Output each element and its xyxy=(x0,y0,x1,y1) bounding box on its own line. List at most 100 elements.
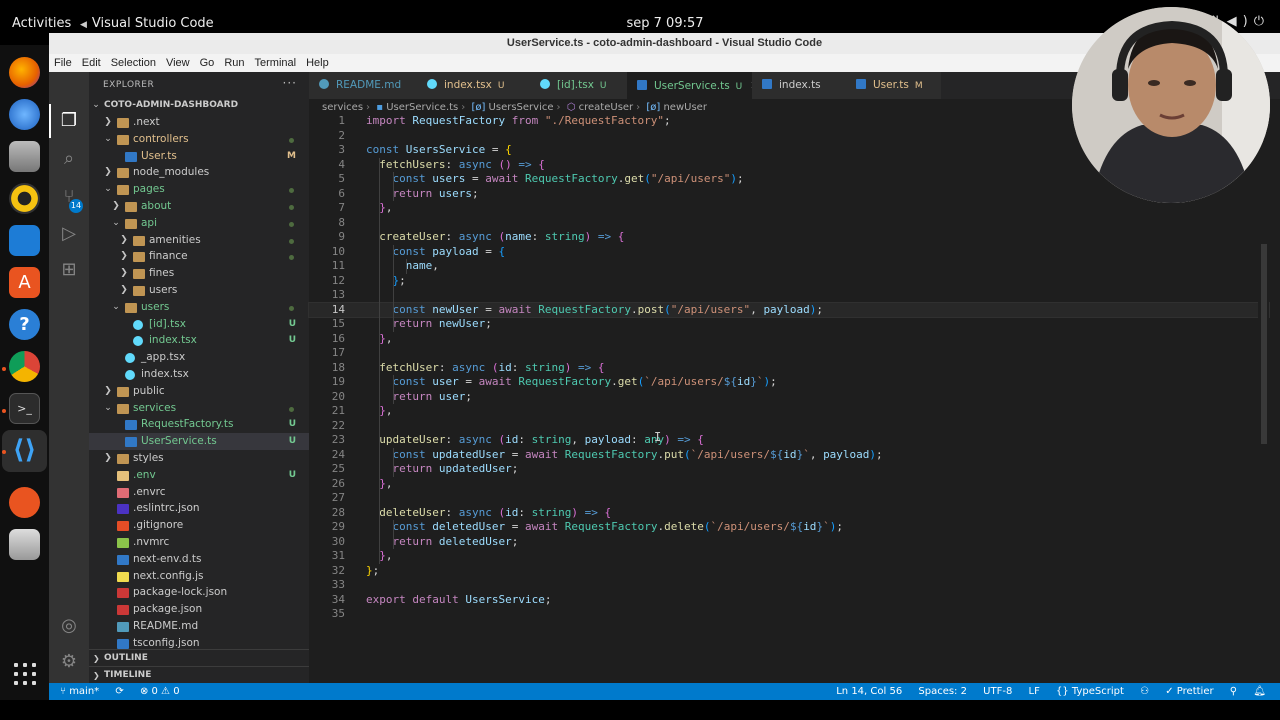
postman-icon[interactable] xyxy=(9,487,40,518)
code-line[interactable]: 23 updateUser: async (id: string, payloa… xyxy=(309,433,1269,448)
outline-section[interactable]: ❯ OUTLINE xyxy=(89,649,309,666)
tree-file[interactable]: package-lock.json xyxy=(89,584,309,601)
code-line[interactable]: 8 xyxy=(309,216,1269,231)
account-icon[interactable]: ◎ xyxy=(57,614,81,638)
accounts-status-icon[interactable]: ⚲ xyxy=(1230,686,1237,697)
tree-folder[interactable]: ❯ public xyxy=(89,383,309,400)
tree-file[interactable]: package.json xyxy=(89,601,309,618)
code-line[interactable]: 33 xyxy=(309,578,1269,593)
code-line[interactable]: 24 const updatedUser = await RequestFact… xyxy=(309,448,1269,463)
menu-edit[interactable]: Edit xyxy=(77,54,106,72)
end-of-line[interactable]: LF xyxy=(1029,686,1040,697)
notifications-bell-icon[interactable]: 🔔︎ xyxy=(1253,686,1266,697)
tree-file[interactable]: .nvmrc xyxy=(89,534,309,551)
tree-folder[interactable]: ❯ node_modules xyxy=(89,164,309,181)
thunderbird-icon[interactable] xyxy=(9,99,40,130)
scroll-thumb[interactable] xyxy=(1261,244,1267,444)
writer-icon[interactable] xyxy=(9,225,40,256)
code-line[interactable]: 31 }, xyxy=(309,549,1269,564)
tree-file[interactable]: RequestFactory.ts U xyxy=(89,416,309,433)
tree-folder[interactable]: ⌄ pages xyxy=(89,181,309,198)
encoding[interactable]: UTF-8 xyxy=(983,686,1012,697)
software-center-icon[interactable]: A xyxy=(9,267,40,298)
extensions-icon[interactable]: ⊞ xyxy=(57,258,81,282)
tree-folder[interactable]: ❯ fines xyxy=(89,265,309,282)
code-line[interactable]: 26 }, xyxy=(309,477,1269,492)
menu-file[interactable]: File xyxy=(49,54,77,72)
editor-tab[interactable]: index.tsx U xyxy=(417,72,530,99)
menu-terminal[interactable]: Terminal xyxy=(250,54,302,72)
cursor-position[interactable]: Ln 14, Col 56 xyxy=(836,686,902,697)
tree-folder[interactable]: ⌄ controllers xyxy=(89,131,309,148)
problems-indicator[interactable]: ⊗ 0 ⚠ 0 xyxy=(140,686,180,697)
menu-selection[interactable]: Selection xyxy=(106,54,161,72)
terminal-icon[interactable]: >_ xyxy=(9,393,40,424)
search-icon[interactable]: ⌕ xyxy=(57,147,81,171)
breadcrumb-folder[interactable]: services xyxy=(322,102,363,113)
code-line[interactable]: 34 export default UsersService; xyxy=(309,593,1269,608)
code-line[interactable]: 25 return updatedUser; xyxy=(309,462,1269,477)
tree-file[interactable]: next.config.js xyxy=(89,568,309,585)
code-line[interactable]: 28 deleteUser: async (id: string) => { xyxy=(309,506,1269,521)
vscode-icon[interactable]: ⟨⟩ xyxy=(9,435,40,466)
trash-icon[interactable] xyxy=(9,529,40,560)
breadcrumb-variable[interactable]: newUser xyxy=(663,102,706,113)
settings-gear-icon[interactable]: ⚙ xyxy=(57,650,81,674)
code-line[interactable]: 7 }, xyxy=(309,201,1269,216)
code-line[interactable]: 22 xyxy=(309,419,1269,434)
tree-folder[interactable]: ❯ styles xyxy=(89,450,309,467)
code-line[interactable]: 21 }, xyxy=(309,404,1269,419)
menu-view[interactable]: View xyxy=(161,54,195,72)
show-apps-icon[interactable] xyxy=(14,663,36,685)
tree-file[interactable]: index.tsx U xyxy=(89,332,309,349)
tree-folder[interactable]: ❯ users xyxy=(89,282,309,299)
menu-run[interactable]: Run xyxy=(219,54,249,72)
branch-indicator[interactable]: ⑂ main* xyxy=(60,686,99,697)
tree-file[interactable]: UserService.ts U xyxy=(89,433,309,451)
tree-file[interactable]: [id].tsx U xyxy=(89,316,309,333)
tree-file[interactable]: User.ts M xyxy=(89,148,309,165)
editor-tab[interactable]: [id].tsx U xyxy=(530,72,627,99)
menu-help[interactable]: Help xyxy=(301,54,334,72)
menu-go[interactable]: Go xyxy=(195,54,220,72)
breadcrumb-method[interactable]: createUser xyxy=(579,102,634,113)
live-share-icon[interactable]: ⚇ xyxy=(1140,686,1149,697)
tree-folder[interactable]: ⌄ services xyxy=(89,400,309,417)
language-mode[interactable]: {} TypeScript xyxy=(1056,686,1124,697)
sync-button[interactable]: ⟳ xyxy=(115,686,123,697)
editor-tab[interactable]: User.ts M xyxy=(846,72,941,99)
breadcrumb-file[interactable]: UserService.ts xyxy=(386,102,458,113)
code-line[interactable]: 11 name, xyxy=(309,259,1269,274)
breadcrumb-symbol[interactable]: UsersService xyxy=(489,102,554,113)
code-line[interactable]: 16 }, xyxy=(309,332,1269,347)
tree-folder[interactable]: ⌄ users xyxy=(89,299,309,316)
tree-folder[interactable]: ❯ about xyxy=(89,198,309,215)
tree-file[interactable]: README.md xyxy=(89,618,309,635)
explorer-icon[interactable]: ❐ xyxy=(57,109,81,133)
activities-button[interactable]: Activities xyxy=(12,16,71,31)
tree-file[interactable]: _app.tsx xyxy=(89,349,309,366)
code-line[interactable]: 12 }; xyxy=(309,274,1269,289)
help-icon[interactable]: ? xyxy=(9,309,40,340)
code-line[interactable]: 32}; xyxy=(309,564,1269,579)
tree-folder[interactable]: ❯ amenities xyxy=(89,232,309,249)
tree-file[interactable]: .eslintrc.json xyxy=(89,500,309,517)
editor-tab[interactable]: README.md xyxy=(309,72,417,99)
tree-file[interactable]: .env U xyxy=(89,467,309,484)
tree-file[interactable]: .gitignore xyxy=(89,517,309,534)
code-line[interactable]: 13 xyxy=(309,288,1269,303)
editor-tab[interactable]: UserService.tsU✕ xyxy=(627,72,759,99)
code-line[interactable]: 35 xyxy=(309,607,1269,622)
code-line[interactable]: 15 return newUser; xyxy=(309,317,1269,332)
editor-tab[interactable]: index.ts xyxy=(752,72,846,99)
code-line[interactable]: 29 const deletedUser = await RequestFact… xyxy=(309,520,1269,535)
code-line[interactable]: 9 createUser: async (name: string) => { xyxy=(309,230,1269,245)
code-line[interactable]: 30 return deletedUser; xyxy=(309,535,1269,550)
code-line[interactable]: 20 return user; xyxy=(309,390,1269,405)
indentation[interactable]: Spaces: 2 xyxy=(918,686,967,697)
prettier-status[interactable]: ✓ Prettier xyxy=(1165,686,1213,697)
tree-folder[interactable]: ❯ .next xyxy=(89,114,309,131)
tree-folder[interactable]: ⌄ api xyxy=(89,215,309,232)
chrome-icon[interactable] xyxy=(9,351,40,382)
tree-folder[interactable]: ❯ finance xyxy=(89,248,309,265)
